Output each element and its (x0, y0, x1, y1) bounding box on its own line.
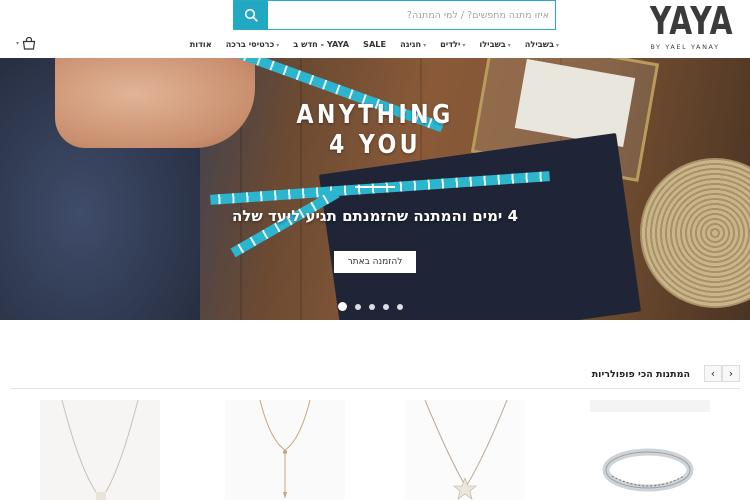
chevron-down-icon: ▾ (462, 42, 466, 49)
logo-text: YAYA (649, 0, 734, 43)
nav-item-label: ילדים (440, 39, 461, 49)
shopping-bag-icon (22, 37, 36, 50)
nav-list: בשבילה ▾ בשבילו ▾ ילדים ▾ חגיגה ▾ SALE חדש ב… (176, 37, 559, 53)
product-card[interactable] (225, 399, 345, 500)
product-image (590, 400, 710, 500)
nav-item-kids[interactable]: ילדים ▾ (440, 37, 465, 53)
search-input[interactable] (268, 1, 555, 29)
slider-dot-1[interactable] (338, 302, 347, 311)
hero-twine (640, 158, 750, 308)
nav-item-celebration[interactable]: חגיגה ▾ (400, 37, 426, 53)
nav-item-label: כרטיסי ברכה (225, 39, 275, 49)
product-carousel (0, 399, 750, 500)
chevron-down-icon: ▾ (507, 42, 511, 49)
carousel-prev-button[interactable]: ‹ (704, 365, 722, 382)
hero-paper (318, 132, 642, 320)
nav-item-for-her[interactable]: בשבילה ▾ (525, 37, 559, 53)
section-title: המתנות הכי פופולריות (591, 369, 690, 380)
product-card[interactable] (590, 400, 710, 500)
nav-item-new[interactable]: חדש ב - YAYA (293, 37, 349, 53)
product-card[interactable] (405, 399, 525, 500)
slider-dot-5[interactable] (397, 303, 403, 310)
hero-divider (355, 186, 395, 188)
nav-item-label: בשבילה (524, 39, 554, 49)
slider-dot-3[interactable] (369, 303, 375, 310)
product-image (225, 399, 345, 500)
hero-subtitle: 4 ימים והמתנה שהזמנתם תגיע ליעד שלה (232, 207, 518, 225)
slider-dot-4[interactable] (383, 303, 389, 310)
hero-banner[interactable]: ANYTHING 4 YOU 4 ימים והמתנה שהזמנתם תגי… (0, 58, 750, 320)
product-image (405, 399, 525, 500)
search-button[interactable] (234, 1, 268, 29)
search-icon (244, 8, 258, 22)
main-nav: בשבילה ▾ בשבילו ▾ ילדים ▾ חגיגה ▾ SALE חדש ב… (0, 37, 750, 53)
chevron-down-icon: ▾ (423, 42, 427, 49)
hero-title-line1: ANYTHING (296, 100, 454, 130)
nav-item-label: אודות (189, 39, 212, 49)
order-online-button[interactable]: להזמנה באתר (334, 251, 416, 273)
nav-item-label: חגיגה (400, 39, 422, 49)
hero-title-line2: 4 YOU (328, 130, 422, 160)
nav-item-label: SALE (363, 39, 387, 49)
popular-gifts-header: ‹ › המתנות הכי פופולריות (10, 365, 740, 389)
product-card[interactable] (40, 399, 160, 500)
cart-button[interactable]: ▾ (16, 37, 36, 50)
nav-item-for-him[interactable]: בשבילו ▾ (479, 37, 510, 53)
nav-item-about[interactable]: אודות (190, 37, 212, 53)
nav-item-label: בשבילו (479, 39, 506, 49)
nav-item-greeting-cards[interactable]: כרטיסי ברכה ▾ (226, 37, 280, 53)
product-image (40, 399, 160, 500)
hero-title: ANYTHING 4 YOU (0, 100, 750, 160)
site-header: YAYA BY YAEL YANAY בשבילה▾ בשבילו▾ ילדים… (0, 0, 750, 58)
chevron-down-icon: ▾ (16, 40, 20, 47)
carousel-next-button[interactable]: › (722, 365, 740, 382)
search-bar (233, 0, 556, 30)
chevron-down-icon: ▾ (555, 42, 559, 49)
nav-item-label: חדש ב - YAYA (293, 39, 350, 49)
nav-item-sale[interactable]: SALE (363, 37, 386, 53)
carousel-arrows: ‹ › (704, 365, 740, 382)
slider-dots (338, 302, 403, 311)
slider-dot-2[interactable] (355, 303, 361, 310)
chevron-down-icon: ▾ (276, 42, 280, 49)
